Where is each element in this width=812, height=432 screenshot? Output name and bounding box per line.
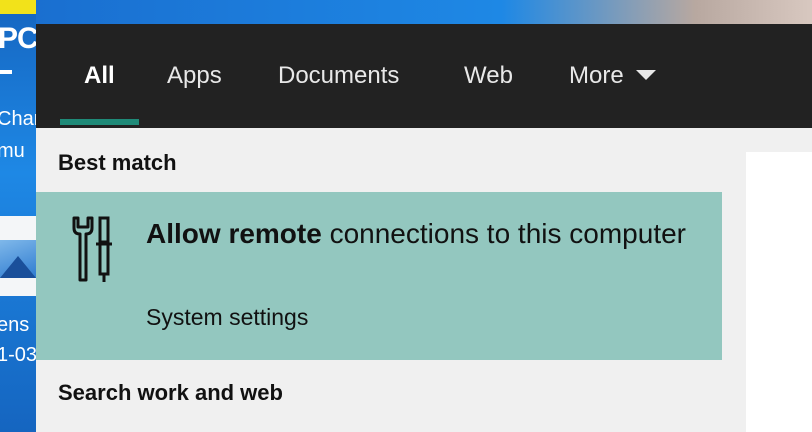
settings-tools-icon [72, 216, 112, 282]
tab-documents[interactable]: Documents [278, 60, 399, 92]
result-subtitle: System settings [146, 304, 309, 330]
best-match-header: Best match [58, 150, 177, 175]
active-tab-indicator [60, 119, 139, 125]
desktop-text-line: ens [0, 314, 30, 336]
desktop-background-top [36, 0, 812, 24]
result-title-rest: connections to this computer [321, 218, 687, 249]
preview-pane [746, 152, 812, 432]
chevron-down-icon [635, 69, 656, 80]
result-title: Allow remote connections to this compute… [146, 214, 686, 254]
tab-more-label: More [569, 62, 624, 89]
tab-web[interactable]: Web [464, 60, 513, 92]
search-web-header: Search work and web [58, 380, 283, 405]
search-tab-bar: All Apps Documents Web More [36, 24, 812, 128]
tab-apps[interactable]: Apps [167, 60, 222, 92]
result-title-bold: Allow remote [146, 218, 322, 249]
desktop-pc-underline [0, 70, 12, 74]
desktop-text-line: Char [0, 108, 36, 130]
desktop-image-mountain [0, 256, 36, 278]
search-panel: All Apps Documents Web More Best match A… [36, 24, 812, 432]
tab-more[interactable]: More [569, 60, 656, 92]
desktop-background: PC Char mu ens 1-03 [0, 0, 36, 432]
tab-all[interactable]: All [84, 60, 115, 92]
desktop-yellow-bar [0, 0, 36, 14]
best-match-result[interactable]: Allow remote connections to this compute… [36, 192, 722, 360]
desktop-pc-label: PC [0, 22, 36, 55]
desktop-text-line: mu [0, 140, 25, 162]
desktop-text-line: 1-03 [0, 344, 36, 366]
